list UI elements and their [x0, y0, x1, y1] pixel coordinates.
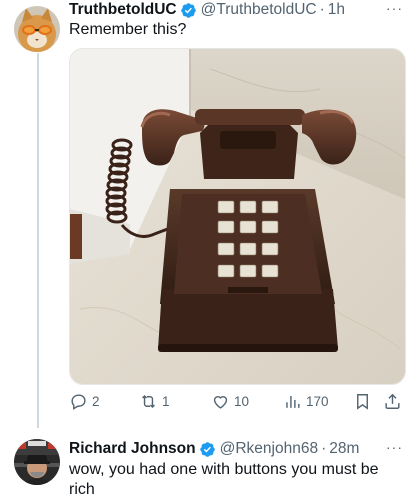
post-image[interactable] — [69, 48, 406, 385]
reply-author-avatar[interactable] — [14, 439, 60, 485]
reply-author-handle[interactable]: @Rkenjohn68 — [220, 440, 318, 458]
post-author-name[interactable]: TruthbetoldUC — [69, 1, 177, 19]
post-text: Remember this? — [69, 21, 187, 38]
verified-badge-icon — [199, 441, 215, 457]
bookmark-button[interactable] — [353, 392, 376, 411]
reply-button[interactable]: 2 — [69, 392, 100, 411]
post-more-icon[interactable]: ··· — [386, 0, 403, 16]
post-author-avatar[interactable] — [14, 6, 60, 52]
reply-separator: · — [321, 440, 327, 457]
reply-header: Richard Johnson @Rkenjohn68 · 28m — [69, 439, 359, 459]
like-button[interactable]: 10 — [211, 392, 249, 411]
share-icon — [385, 393, 400, 409]
retweet-button[interactable]: 1 — [139, 392, 170, 411]
bookmark-icon — [357, 394, 368, 410]
retweet-icon — [142, 394, 155, 409]
views-count: 170 — [306, 394, 329, 409]
reply-count: 2 — [92, 394, 100, 409]
push-button-telephone-photo — [70, 49, 405, 384]
like-icon — [213, 396, 228, 409]
views-button[interactable]: 170 — [283, 392, 329, 411]
post-author-handle[interactable]: @TruthbetoldUC — [201, 1, 317, 19]
reply-text: wow, you had one with buttons you must b… — [69, 461, 379, 498]
reply-more-icon[interactable]: ··· — [386, 439, 403, 455]
post-separator: · — [319, 1, 325, 18]
like-count: 10 — [234, 394, 250, 409]
reply-author-name[interactable]: Richard Johnson — [69, 440, 196, 458]
post-header: TruthbetoldUC @TruthbetoldUC · 1h — [69, 0, 345, 20]
retweet-count: 1 — [162, 394, 170, 409]
reply-icon — [71, 394, 86, 410]
views-icon — [286, 395, 300, 408]
post-actions-bar: 2 1 10 170 — [69, 392, 414, 414]
share-button[interactable] — [383, 392, 406, 411]
reply-timestamp[interactable]: 28m — [329, 440, 359, 458]
verified-badge-icon — [180, 2, 196, 18]
post-timestamp[interactable]: 1h — [328, 1, 345, 19]
thread-connector-line — [37, 53, 39, 428]
